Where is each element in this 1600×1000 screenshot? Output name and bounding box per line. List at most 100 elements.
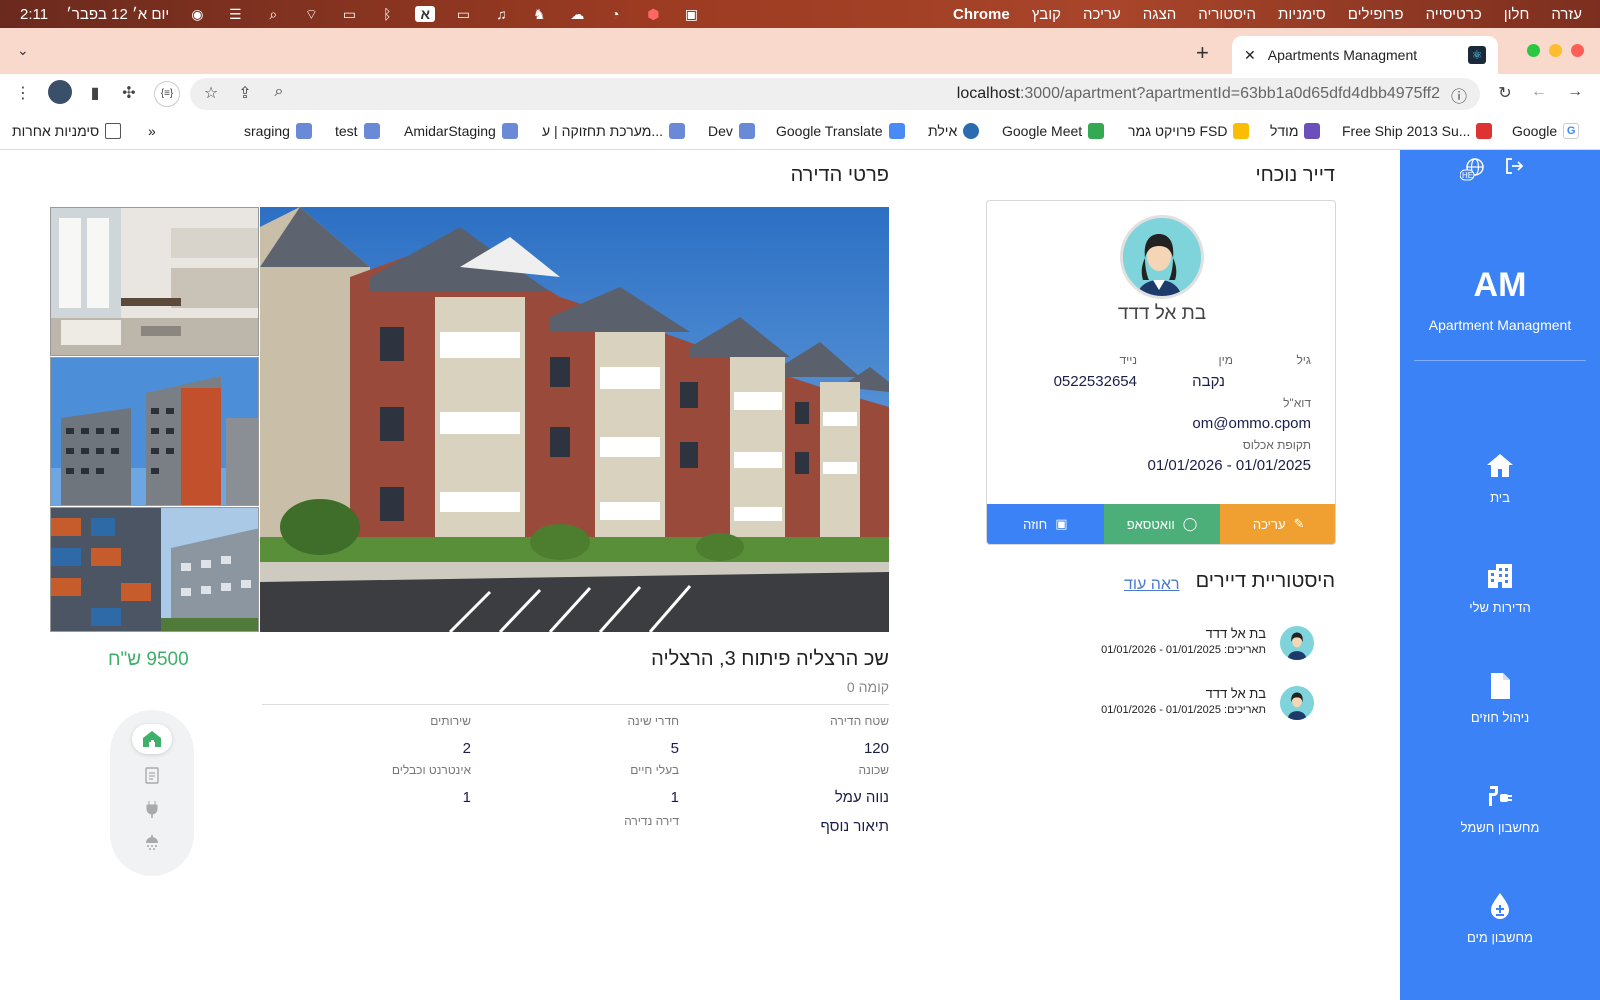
spotlight-search-icon[interactable]: ⌕ (263, 6, 283, 22)
browser-menu-icon[interactable]: ⋮ (12, 83, 34, 103)
sidebar-item-label: ניהול חוזים (1470, 710, 1530, 725)
share-icon[interactable]: ⇪ (234, 83, 256, 103)
back-icon[interactable]: ← (1528, 83, 1550, 101)
contract-button-label: חוזה (1023, 516, 1048, 532)
area-label: שטח הדירה (830, 714, 889, 728)
apartment-thumbnail-tower[interactable] (50, 357, 259, 506)
bookmark-amidar-staging[interactable]: AmidarStaging (404, 123, 518, 139)
forward-icon[interactable]: → (1564, 83, 1586, 101)
sidebar-item-contracts[interactable]: ניהול חוזים (1400, 670, 1600, 725)
building-icon (1484, 560, 1516, 592)
menu-help[interactable]: עזרה (1551, 6, 1582, 23)
browser-toolbar: ⋮ ▮ ✣ {≡} ☆ ⇪ ⌕ localhost:3000/apartment… (0, 74, 1600, 114)
bookmark-label: AmidarStaging (404, 123, 496, 139)
house-icon (143, 731, 161, 747)
bookmark-other[interactable]: סימניות אחרות (12, 123, 122, 139)
bookmark-model[interactable]: מודל (1270, 123, 1321, 139)
address-bar[interactable]: ☆ ⇪ ⌕ localhost:3000/apartment?apartment… (190, 78, 1480, 110)
bookmark-dev[interactable]: Dev (708, 123, 755, 139)
siri-icon[interactable]: ◉ (187, 6, 207, 22)
whatsapp-button[interactable]: וואטסאפ ◯ (1103, 504, 1221, 544)
accessibility-icon[interactable]: ♫ (491, 6, 511, 22)
tab-close-icon[interactable]: ✕ (1244, 47, 1256, 64)
sidebar-item-home[interactable]: בית (1400, 450, 1600, 505)
bookmark-google-meet[interactable]: Google Meet (1002, 123, 1105, 139)
bookmark-fsd-project[interactable]: פרויקט גמר FSD (1128, 123, 1250, 139)
screen-mirroring-icon[interactable]: ▭ (453, 6, 473, 22)
contract-button[interactable]: חוזה ▣ (987, 504, 1104, 544)
menu-history[interactable]: היסטוריה (1198, 6, 1256, 23)
cloud-alert-icon[interactable]: ☁ (567, 6, 587, 22)
apartment-thumbnail-facade[interactable] (50, 507, 259, 632)
fullscreen-button[interactable] (1527, 44, 1540, 57)
menu-file[interactable]: קובץ (1032, 6, 1061, 23)
sidebar-item-electricity[interactable]: מחשבון חשמל (1400, 780, 1600, 835)
electricity-section-button[interactable] (132, 794, 172, 824)
menubar-app-name[interactable]: Chrome (953, 6, 1010, 23)
menu-profiles[interactable]: פרופילים (1348, 6, 1404, 23)
url-text[interactable]: localhost:3000/apartment?apartmentId=63b… (957, 85, 1440, 103)
menu-edit[interactable]: עריכה (1083, 6, 1121, 23)
bookmarks-overflow[interactable]: » (148, 123, 156, 139)
apartment-thumbnail-interior[interactable] (50, 207, 259, 356)
elephant-app-icon[interactable]: ♞ (529, 6, 549, 22)
json-extension-icon[interactable]: {≡} (154, 81, 180, 107)
bookmark-free-ship[interactable]: Free Ship 2013 Su... (1342, 123, 1493, 139)
bookmark-google-translate[interactable]: Google Translate (776, 123, 905, 139)
input-source-icon[interactable]: א (415, 6, 436, 22)
new-tab-icon[interactable]: + (1196, 40, 1209, 66)
history-row[interactable]: בת אל דדד תאריכים: 01/01/2025 - 01/01/20… (986, 684, 1326, 728)
menu-tab[interactable]: כרטיסייה (1426, 6, 1482, 23)
sidebar-item-label: מחשבון מים (1467, 930, 1533, 945)
control-center-icon[interactable]: ☰ (225, 6, 245, 22)
window-app-icon[interactable]: ▣ (681, 6, 701, 22)
extensions-icon[interactable]: ✣ (118, 83, 140, 103)
bookmark-label: Google (1512, 123, 1558, 139)
close-window-button[interactable] (1571, 44, 1584, 57)
more-description-link[interactable]: תיאור נוסף (820, 818, 889, 835)
history-row[interactable]: בת אל דדד תאריכים: 01/01/2025 - 01/01/20… (986, 624, 1326, 668)
bookmark-sraging[interactable]: sraging (244, 123, 312, 139)
edit-button[interactable]: עריכה ✎ (1220, 504, 1335, 544)
menu-bookmarks[interactable]: סימניות (1278, 6, 1326, 23)
pie-app-icon[interactable]: ◔ (605, 6, 625, 22)
side-panel-icon[interactable]: ▮ (84, 83, 106, 103)
see-more-link[interactable]: ראה עוד (1124, 576, 1180, 594)
bookmark-maintenance[interactable]: מערכת תחזוקה | ע... (542, 123, 686, 139)
history-avatar (1280, 686, 1314, 720)
menu-view[interactable]: הצגה (1143, 6, 1177, 23)
sidebar-item-water[interactable]: מחשבון מים (1400, 890, 1600, 945)
cart-icon (1476, 123, 1493, 139)
bookmark-eilat[interactable]: אילת (928, 123, 980, 139)
documents-section-button[interactable] (132, 760, 172, 790)
language-globe-icon[interactable]: HE (1459, 156, 1486, 182)
bookmark-google[interactable]: Google G (1512, 123, 1580, 139)
neighborhood-label: שכונה (858, 763, 889, 777)
water-section-button[interactable] (132, 828, 172, 858)
wifi-icon[interactable]: ⌔ (301, 6, 321, 22)
logout-icon[interactable] (1504, 156, 1524, 181)
bluetooth-icon[interactable]: ᛒ (377, 6, 397, 22)
battery-icon[interactable]: ▭ (339, 6, 359, 22)
profile-avatar[interactable] (48, 80, 72, 104)
browser-tab-active[interactable]: ✕ Apartments Managment ⚛ (1232, 36, 1498, 74)
reload-icon[interactable]: ↻ (1494, 83, 1516, 103)
apartment-main-photo[interactable] (260, 207, 889, 632)
menu-window[interactable]: חלון (1504, 6, 1530, 23)
home-section-button[interactable] (132, 724, 172, 754)
translate-icon (888, 123, 905, 139)
sidebar-item-my-apartments[interactable]: הדירות שלי (1400, 560, 1600, 615)
bookmark-star-icon[interactable]: ☆ (200, 83, 222, 103)
site-info-icon[interactable]: ⓘ (1448, 83, 1470, 107)
tab-search-chevron-icon[interactable]: ⌄ (17, 42, 29, 59)
apartment-details-title: פרטי הדירה (790, 164, 889, 186)
url-path: :3000/apartment?apartmentId=63bb1a0d65df… (1019, 85, 1440, 102)
pencil-icon: ✎ (1293, 516, 1305, 531)
apartment-divider (262, 704, 889, 705)
occupancy-period-label: תקופת אכלוס (1242, 438, 1311, 452)
bookmark-test[interactable]: test (335, 123, 380, 139)
notification-badge-icon[interactable]: ⬢ (643, 6, 663, 22)
apartment-address: שכ הרצליה פיתוח 3, הרצליה (651, 648, 889, 670)
minimize-button[interactable] (1549, 44, 1562, 57)
lens-search-icon[interactable]: ⌕ (268, 83, 290, 101)
